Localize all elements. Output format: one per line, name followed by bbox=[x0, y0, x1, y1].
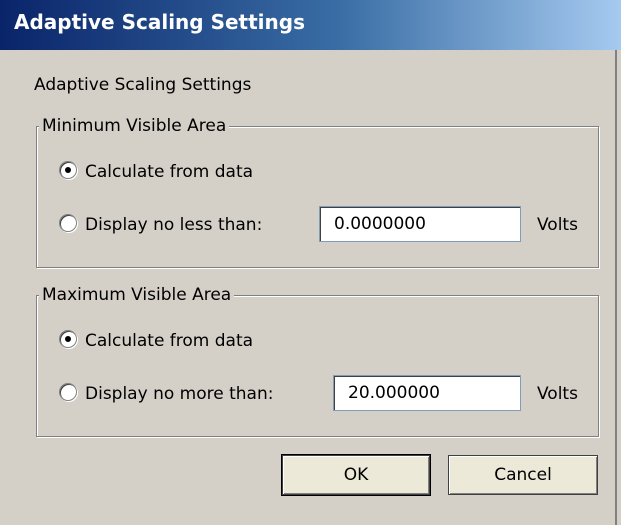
min-calculate-label: Calculate from data bbox=[85, 162, 254, 182]
max-display-option[interactable]: Display no more than: bbox=[59, 381, 273, 407]
cancel-button[interactable]: Cancel bbox=[448, 455, 598, 495]
max-calculate-label: Calculate from data bbox=[85, 331, 254, 351]
maximum-visible-area-group: Maximum Visible Area Calculate from data… bbox=[36, 284, 599, 437]
window-title: Adaptive Scaling Settings bbox=[14, 10, 305, 34]
min-calculate-option[interactable]: Calculate from data bbox=[59, 159, 253, 185]
ok-button[interactable]: OK bbox=[281, 454, 431, 496]
min-display-radio[interactable] bbox=[59, 214, 77, 232]
min-display-label: Display no less than: bbox=[85, 215, 263, 235]
max-unit-label: Volts bbox=[537, 384, 578, 404]
maximum-visible-area-legend: Maximum Visible Area bbox=[39, 284, 235, 306]
min-value-input[interactable]: 0.0000000 bbox=[319, 206, 521, 242]
min-calculate-radio[interactable] bbox=[59, 161, 77, 179]
min-unit-label: Volts bbox=[537, 215, 578, 235]
max-display-label: Display no more than: bbox=[85, 384, 274, 404]
max-calculate-radio[interactable] bbox=[59, 330, 77, 348]
title-bar[interactable]: Adaptive Scaling Settings bbox=[0, 0, 621, 50]
max-calculate-option[interactable]: Calculate from data bbox=[59, 328, 253, 354]
max-value-input[interactable]: 20.000000 bbox=[333, 375, 521, 411]
max-display-radio[interactable] bbox=[59, 383, 77, 401]
minimum-visible-area-legend: Minimum Visible Area bbox=[39, 115, 230, 137]
minimum-visible-area-group: Minimum Visible Area Calculate from data… bbox=[36, 115, 599, 268]
min-display-option[interactable]: Display no less than: bbox=[59, 212, 262, 238]
dialog-caption: Adaptive Scaling Settings bbox=[34, 75, 252, 95]
